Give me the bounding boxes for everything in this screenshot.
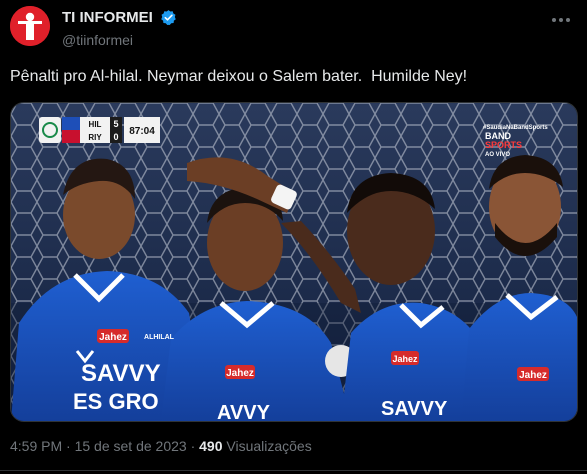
jersey-logo-text: ES GRO bbox=[73, 389, 159, 414]
sponsor-label: Jahez bbox=[99, 332, 127, 343]
home-team-label: HIL bbox=[89, 120, 102, 129]
account-names: TI INFORMEI @tiinformei bbox=[62, 9, 177, 48]
account-avatar[interactable] bbox=[10, 6, 50, 46]
person-silhouette-icon bbox=[10, 6, 50, 46]
tweet-text: Pênalti pro Al-hilal. Neymar deixou o Sa… bbox=[10, 68, 468, 85]
sponsor-label: Jahez bbox=[226, 368, 254, 379]
tweet-header: TI INFORMEI @tiinformei bbox=[10, 6, 577, 50]
home-score: 5 bbox=[113, 119, 118, 129]
views-label: Visualizações bbox=[222, 438, 312, 454]
tweet-footer: 4:59 PM · 15 de set de 2023 · 490 Visual… bbox=[10, 438, 312, 454]
away-crest-icon bbox=[62, 130, 80, 143]
match-photo: Jahez Jahez Jahez Jahez ALHILAL SAVVY ES… bbox=[11, 103, 577, 421]
sponsor-label: Jahez bbox=[392, 354, 418, 364]
broadcast-live-label: AO VIVO bbox=[485, 152, 510, 158]
jersey-logo-text: SAVVY bbox=[81, 360, 161, 387]
verified-badge-icon bbox=[161, 10, 177, 26]
divider bbox=[0, 470, 587, 471]
views-count: 490 bbox=[199, 438, 223, 454]
jersey-logo-text: SAVVY bbox=[381, 398, 448, 420]
away-score: 0 bbox=[113, 132, 118, 142]
broadcast-channel-bottom: SPORTS bbox=[485, 140, 522, 150]
display-name[interactable]: TI INFORMEI bbox=[62, 9, 153, 26]
scoreboard: HIL RIY 5 0 87:04 bbox=[39, 117, 160, 143]
away-team-label: RIY bbox=[88, 133, 102, 142]
club-name-label: ALHILAL bbox=[144, 334, 175, 341]
sponsor-label: Jahez bbox=[519, 370, 547, 381]
account-handle[interactable]: @tiinformei bbox=[62, 32, 177, 48]
tweet-media-image[interactable]: Jahez Jahez Jahez Jahez ALHILAL SAVVY ES… bbox=[10, 102, 578, 422]
home-crest-icon bbox=[62, 117, 80, 130]
jersey-logo-text: AVVY bbox=[217, 402, 271, 421]
match-clock: 87:04 bbox=[129, 126, 155, 137]
more-options-icon[interactable] bbox=[551, 10, 571, 28]
tweet-timestamp[interactable]: 4:59 PM · 15 de set de 2023 · bbox=[10, 438, 199, 454]
